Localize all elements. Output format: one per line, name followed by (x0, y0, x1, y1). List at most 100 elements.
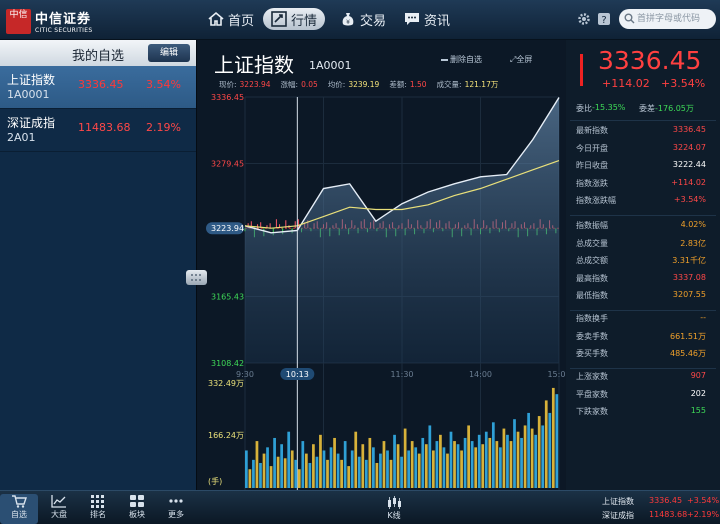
volume-bar (329, 447, 333, 488)
detail-value: 661.51万 (670, 331, 706, 341)
volume-bar (336, 453, 340, 488)
stat-label: 成交量: (436, 80, 462, 89)
volume-bar (308, 462, 312, 488)
y-tick-label: 3165.43 (211, 293, 244, 302)
volume-bar (245, 450, 248, 488)
volume-bar (269, 466, 273, 488)
brand-name: 中信证券 (35, 12, 92, 27)
ticker-price: 3336.45 (649, 496, 683, 505)
volume-bar (516, 431, 520, 488)
volume-bar (439, 434, 442, 488)
detail-label: 总成交量 (576, 238, 608, 248)
ticker-price: 11483.68 (649, 510, 688, 519)
watchlist-item[interactable]: 上证指数 1A0001 3336.45 3.54% (0, 66, 196, 109)
detail-label: 委卖手数 (576, 331, 608, 341)
detail-value: 202 (690, 388, 706, 398)
resize-handle[interactable] (186, 270, 207, 285)
kline-button[interactable]: K线 (386, 496, 402, 521)
order-ratio-text: -15.35% (592, 103, 626, 112)
ticker-shenzhen[interactable]: 深证成指 11483.68 +2.19% (602, 510, 719, 521)
volume-bar (400, 456, 403, 488)
ticker-name: 深证成指 (602, 511, 634, 520)
volume-bar (312, 444, 315, 488)
detail-label: 最高指数 (576, 273, 608, 283)
edit-button[interactable]: 编辑 (148, 44, 190, 62)
quote-stats: 现价: 3223.94 涨幅: 0.05 均价: 3239.19 差额: 1.50 成交量: 12… (219, 79, 508, 90)
bottom-tab-bar: 自选 大盘 排名 板块 更多 K线 上证指数 3336.45 +3.54% 深证… (0, 490, 720, 524)
volume-bar (386, 450, 389, 488)
order-ratio-text: 委比 (576, 104, 592, 113)
volume-bar (350, 450, 354, 488)
volume-bar (551, 387, 555, 488)
watchlist-item[interactable]: 深证成指 2A01 11483.68 2.19% (0, 109, 196, 152)
intraday-chart[interactable]: 3336.45 3279.45 3223.94 3165.43 3108.42 9:30 1… (198, 40, 565, 490)
stat-value: 121.17万 (464, 80, 499, 89)
detail-label: 上涨家数 (576, 372, 608, 381)
volume-bar (255, 441, 259, 488)
ticker-pct: +3.54% (687, 496, 720, 505)
svg-text:¥: ¥ (346, 19, 350, 26)
volume-bar (273, 437, 276, 488)
detail-row: 昨日收盘 3222.44 (576, 160, 716, 171)
nav-home[interactable]: 首页 (208, 8, 254, 30)
gear-icon[interactable] (577, 12, 591, 26)
candlestick-icon (388, 496, 401, 509)
volume-bar (354, 431, 358, 488)
logo-seal: 中信 (6, 8, 31, 34)
logo: 中信 中信证券 CITIC SECURITIES (6, 8, 92, 34)
volume-bar (407, 450, 411, 488)
detail-label: 指数换手 (576, 314, 608, 323)
detail-row: 总成交量 2.83亿 (576, 238, 716, 249)
volume-bar (463, 437, 467, 488)
search-input[interactable]: 首拼字母或代码 (619, 9, 716, 29)
more-icon (169, 499, 183, 503)
stock-code: 1A0001 (7, 88, 50, 101)
detail-row: 上涨家数 907 (576, 371, 716, 382)
stat-value: 1.50 (409, 80, 427, 89)
tab-market[interactable]: 大盘 (40, 494, 78, 520)
detail-row: 指数涨跌幅 +3.54% (576, 195, 716, 206)
volume-bar (340, 459, 343, 488)
help-icon[interactable]: ? (597, 12, 611, 26)
nav-news[interactable]: 资讯 (404, 8, 450, 30)
tab-label: 更多 (168, 510, 184, 519)
cart-icon (12, 495, 27, 508)
volume-bar (326, 459, 329, 488)
detail-row: 委卖手数 661.51万 (576, 331, 716, 342)
divider (570, 367, 716, 369)
divider (570, 120, 716, 121)
x-tick-label: 11:30 (390, 370, 413, 379)
chart-panel: 3336.45 3279.45 3223.94 3165.43 3108.42 9:30 1… (198, 40, 565, 490)
tab-more[interactable]: 更多 (157, 494, 195, 520)
volume-bar (410, 441, 414, 488)
stock-change: 3.54% (146, 78, 181, 91)
remove-favorite-button[interactable]: 删除自选 (441, 54, 482, 65)
volume-bar (283, 458, 287, 488)
moneybag-icon: ¥ (342, 13, 354, 26)
detail-label: 总成交额 (576, 256, 608, 266)
tab-label: 大盘 (51, 510, 67, 519)
fullscreen-button[interactable]: ⤢全屏 (510, 54, 532, 65)
tab-sector[interactable]: 板块 (118, 494, 156, 520)
ticker-shanghai[interactable]: 上证指数 3336.45 +3.54% (602, 496, 719, 507)
volume-bar (248, 469, 252, 488)
volume-bar (527, 412, 530, 488)
current-price: 3336.45 (598, 46, 702, 75)
nav-trade[interactable]: ¥ 交易 (340, 8, 386, 30)
detail-value: 3336.45 (672, 125, 706, 134)
volume-bar (259, 462, 262, 488)
watchlist-header: 我的自选 编辑 (0, 40, 196, 66)
tab-ranking[interactable]: 排名 (79, 494, 117, 520)
volume-bar (491, 422, 495, 488)
stat-value: 3239.19 (348, 80, 380, 89)
tab-watchlist[interactable]: 自选 (0, 494, 38, 524)
volume-bar (396, 444, 400, 488)
volume-bar (382, 441, 386, 488)
divider (570, 310, 716, 311)
nav-market[interactable]: 行情 (263, 8, 326, 30)
svg-text:?: ? (601, 15, 606, 26)
tab-label: 排名 (90, 510, 106, 519)
detail-value: 3337.08 (672, 272, 706, 282)
detail-row: 指数振幅 4.02% (576, 220, 716, 231)
y-tick-label: 3108.42 (211, 359, 244, 368)
